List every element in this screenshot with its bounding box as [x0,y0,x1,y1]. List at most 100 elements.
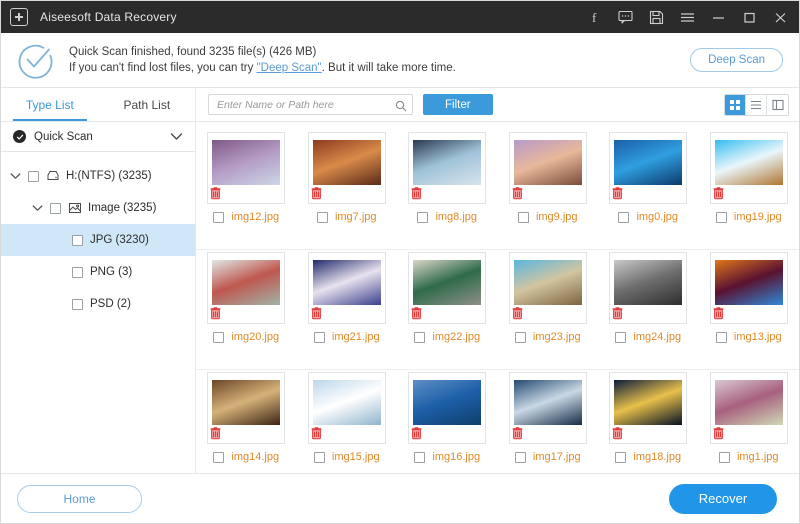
file-checkbox[interactable] [518,212,529,223]
file-checkbox[interactable] [615,452,626,463]
tree-item-checkbox[interactable] [72,267,83,278]
file-checkbox[interactable] [213,452,224,463]
file-checkbox[interactable] [314,452,325,463]
thumbnail-image[interactable] [212,140,280,185]
thumbnail-card[interactable] [609,132,687,204]
thumbnail-image[interactable] [514,140,582,185]
file-checkbox[interactable] [515,332,526,343]
file-checkbox[interactable] [716,332,727,343]
thumbnail-image[interactable] [715,260,783,305]
tree-item-checkbox[interactable] [72,299,83,310]
file-name[interactable]: img9.jpg [536,211,578,223]
file-checkbox[interactable] [515,452,526,463]
close-icon[interactable] [772,9,789,26]
thumbnail-card[interactable] [207,132,285,204]
file-name[interactable]: img1.jpg [737,451,779,463]
search-box[interactable] [208,94,413,115]
thumbnail-image[interactable] [514,260,582,305]
file-name[interactable]: img17.jpg [533,451,581,463]
thumbnail-card[interactable] [207,372,285,444]
thumbnail-card[interactable] [609,372,687,444]
thumbnail-image[interactable] [212,260,280,305]
filter-button[interactable]: Filter [423,94,493,115]
thumbnail-image[interactable] [715,140,783,185]
file-name[interactable]: img20.jpg [231,331,279,343]
thumbnail-image[interactable] [212,380,280,425]
file-tile[interactable]: img1.jpg [699,370,800,473]
thumbnail-card[interactable] [408,372,486,444]
tab-type-list[interactable]: Type List [1,88,99,121]
thumbnail-image[interactable] [413,140,481,185]
minimize-icon[interactable] [710,9,727,26]
thumbnail-card[interactable] [308,252,386,324]
file-tile[interactable]: img8.jpg [397,130,498,249]
thumbnail-card[interactable] [408,132,486,204]
file-name[interactable]: img0.jpg [636,211,678,223]
file-name[interactable]: img7.jpg [335,211,377,223]
file-tile[interactable]: img24.jpg [598,250,699,369]
file-tile[interactable]: img0.jpg [598,130,699,249]
file-checkbox[interactable] [213,332,224,343]
thumbnail-image[interactable] [313,380,381,425]
file-name[interactable]: img8.jpg [435,211,477,223]
scan-mode-selector[interactable]: Quick Scan [1,122,195,152]
file-name[interactable]: img19.jpg [734,211,782,223]
file-name[interactable]: img23.jpg [533,331,581,343]
file-tile[interactable]: img18.jpg [598,370,699,473]
thumbnail-image[interactable] [313,260,381,305]
tree-item-image[interactable]: Image (3235) [1,192,195,224]
chevron-down-icon[interactable] [29,204,45,212]
file-tile[interactable]: img20.jpg [196,250,297,369]
home-button[interactable]: Home [17,485,142,513]
tree-item-checkbox[interactable] [28,171,39,182]
file-checkbox[interactable] [414,332,425,343]
detail-view-icon[interactable] [767,95,788,115]
thumbnail-card[interactable] [308,372,386,444]
file-name[interactable]: img14.jpg [231,451,279,463]
file-tile[interactable]: img21.jpg [297,250,398,369]
thumbnail-card[interactable] [710,372,788,444]
file-tile[interactable]: img15.jpg [297,370,398,473]
thumbnail-image[interactable] [614,380,682,425]
file-tile[interactable]: img19.jpg [699,130,800,249]
search-icon[interactable] [395,99,407,111]
menu-icon[interactable] [679,9,696,26]
thumbnail-card[interactable] [509,252,587,324]
tree-item-psd[interactable]: PSD (2) [1,288,195,320]
thumbnail-card[interactable] [710,132,788,204]
file-tile[interactable]: img17.jpg [498,370,599,473]
thumbnail-image[interactable] [313,140,381,185]
thumbnail-image[interactable] [413,380,481,425]
thumbnail-image[interactable] [715,380,783,425]
grid-view-icon[interactable] [725,95,746,115]
thumbnail-card[interactable] [408,252,486,324]
file-name[interactable]: img18.jpg [633,451,681,463]
file-tile[interactable]: img23.jpg [498,250,599,369]
file-checkbox[interactable] [618,212,629,223]
file-checkbox[interactable] [213,212,224,223]
file-checkbox[interactable] [317,212,328,223]
thumbnail-card[interactable] [207,252,285,324]
thumbnail-image[interactable] [614,260,682,305]
chevron-down-icon[interactable] [7,172,23,180]
thumbnail-image[interactable] [514,380,582,425]
recover-button[interactable]: Recover [669,484,777,514]
tree-item-checkbox[interactable] [72,235,83,246]
file-name[interactable]: img24.jpg [633,331,681,343]
deep-scan-button[interactable]: Deep Scan [690,48,783,72]
file-tile[interactable]: img7.jpg [297,130,398,249]
file-name[interactable]: img13.jpg [734,331,782,343]
tree-item-hntfs[interactable]: H:(NTFS) (3235) [1,160,195,192]
file-tile[interactable]: img16.jpg [397,370,498,473]
facebook-icon[interactable]: f [586,9,603,26]
file-name[interactable]: img21.jpg [332,331,380,343]
thumbnail-card[interactable] [509,372,587,444]
thumbnail-card[interactable] [308,132,386,204]
feedback-icon[interactable] [617,9,634,26]
file-tile[interactable]: img13.jpg [699,250,800,369]
list-view-icon[interactable] [746,95,767,115]
file-name[interactable]: img12.jpg [231,211,279,223]
file-name[interactable]: img22.jpg [432,331,480,343]
file-tile[interactable]: img9.jpg [498,130,599,249]
file-name[interactable]: img15.jpg [332,451,380,463]
